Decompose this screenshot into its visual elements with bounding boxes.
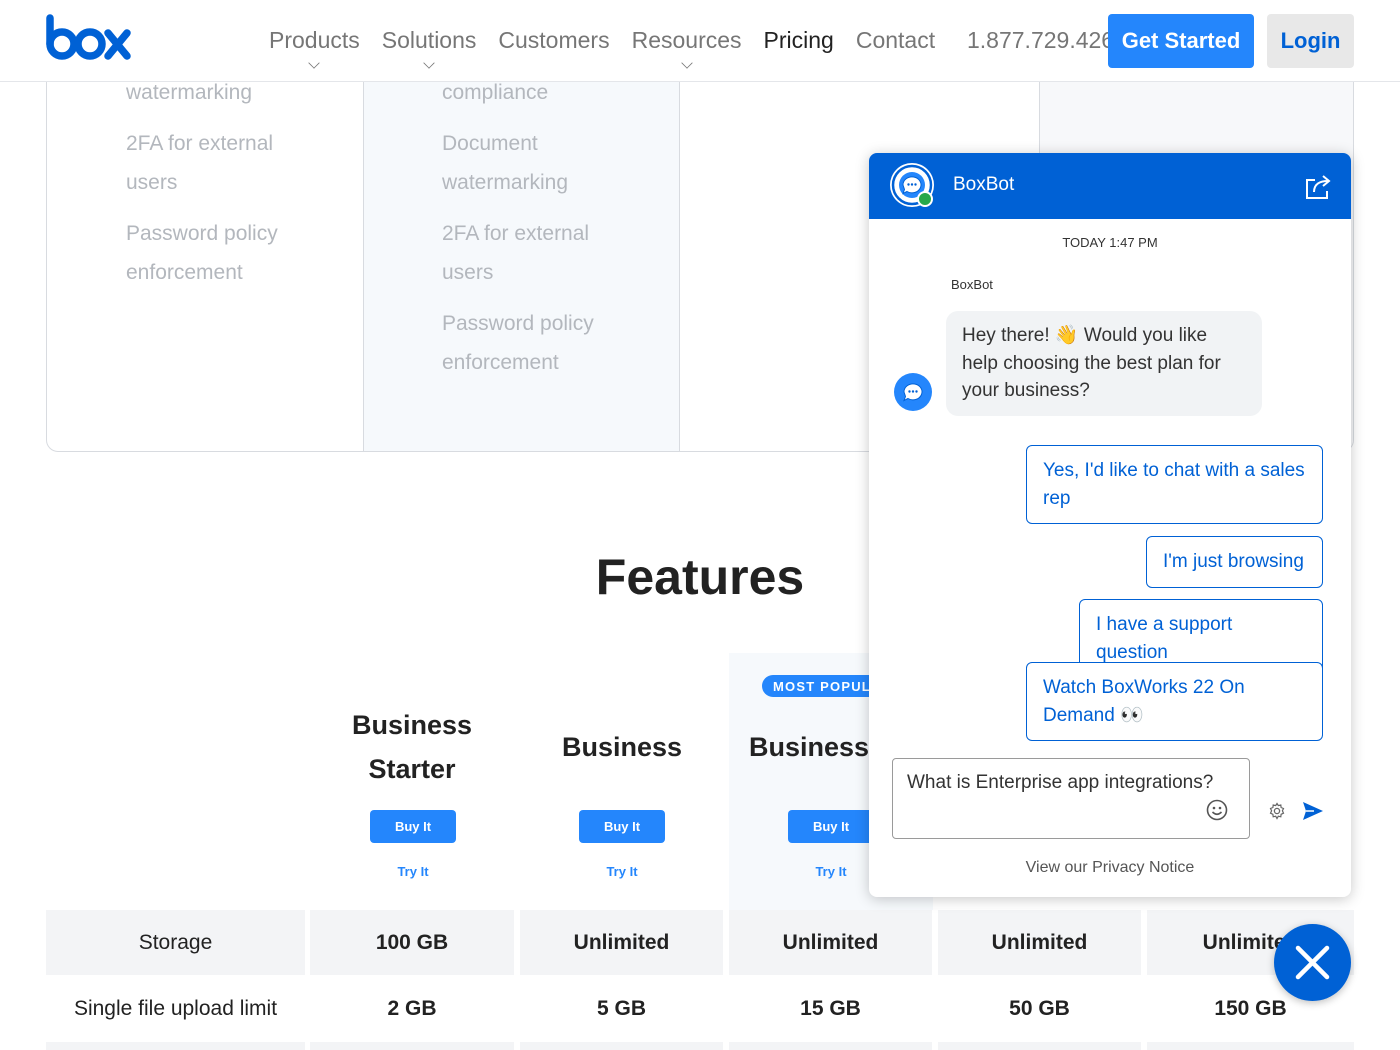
main-nav: Products Solutions Customers Resources P… — [258, 0, 946, 82]
nav-contact-label: Contact — [855, 27, 936, 53]
table-cell: 50 GB — [1009, 996, 1070, 1020]
send-icon[interactable] — [1302, 801, 1324, 821]
chevron-down-icon — [680, 57, 693, 69]
feature-item: Password policy enforcement — [442, 312, 594, 374]
table-row — [729, 1042, 932, 1050]
message-sender: BoxBot — [951, 277, 993, 292]
nav-pricing-label: Pricing — [763, 27, 834, 53]
table-cell: Unlimited — [729, 910, 932, 975]
box-logo[interactable] — [46, 14, 132, 64]
bot-message: Hey there! 👋 Would you like help choosin… — [946, 311, 1262, 416]
plan-name-line: Starter — [368, 754, 456, 784]
buy-it-button[interactable]: Buy It — [370, 810, 456, 843]
table-row — [46, 1042, 305, 1050]
chat-timestamp: TODAY 1:47 PM — [1062, 235, 1158, 250]
table-cell: 5 GB — [596, 996, 646, 1020]
column-divider — [363, 41, 364, 451]
nav-customers-label: Customers — [498, 27, 610, 53]
row-label-upload-limit: Single file upload limit — [73, 996, 278, 1020]
nav-products[interactable]: Products — [258, 0, 371, 69]
chat-message-input[interactable]: What is Enterprise app integrations? — [892, 758, 1250, 839]
chevron-down-icon — [423, 57, 435, 69]
quick-reply-sales[interactable]: Yes, I'd like to chat with a sales rep — [1026, 445, 1323, 524]
feature-item: 2FA for external users — [126, 132, 274, 194]
nav-solutions[interactable]: Solutions — [371, 0, 488, 69]
nav-resources-label: Resources — [631, 27, 742, 53]
column-divider — [679, 41, 680, 451]
nav-pricing[interactable]: Pricing — [753, 0, 845, 54]
try-it-link[interactable]: Try It — [788, 864, 874, 879]
plan-feature-list: watermarking 2FA for external users Pass… — [126, 73, 326, 304]
site-header: Products Solutions Customers Resources P… — [0, 0, 1400, 82]
close-icon — [1295, 945, 1330, 980]
nav-customers[interactable]: Customers — [487, 0, 620, 54]
feature-item: 2FA for external users — [442, 222, 590, 284]
get-started-button[interactable]: Get Started — [1108, 14, 1254, 68]
chat-title: BoxBot — [953, 174, 1015, 195]
try-it-link[interactable]: Try It — [370, 864, 456, 879]
plan-feature-list: compliance Document watermarking 2FA for… — [442, 73, 642, 394]
table-row — [938, 1042, 1141, 1050]
chat-bubble-icon — [894, 373, 932, 411]
share-icon[interactable] — [1303, 173, 1333, 201]
plan-name-line: Business — [351, 710, 473, 740]
phone-number[interactable]: 1.877.729.4269 — [967, 27, 1110, 54]
table-row — [1147, 1042, 1354, 1050]
buy-it-button[interactable]: Buy It — [788, 810, 874, 843]
feature-item: Password policy enforcement — [126, 222, 278, 284]
try-it-link[interactable]: Try It — [579, 864, 665, 879]
smile-icon[interactable] — [1206, 799, 1228, 821]
chat-widget: BoxBot TODAY 1:47 PM BoxBot Hey there! 👋… — [869, 153, 1351, 897]
row-label-storage: Storage — [46, 910, 305, 975]
table-row — [520, 1042, 723, 1050]
chevron-down-icon — [308, 57, 321, 69]
chat-header: BoxBot — [869, 153, 1351, 219]
quick-reply-browsing[interactable]: I'm just browsing — [1146, 536, 1323, 588]
feature-item: Document watermarking — [442, 132, 569, 194]
table-cell: Unlimited — [938, 910, 1141, 975]
plan-name-business: Business — [561, 732, 683, 762]
table-row — [310, 1042, 514, 1050]
login-button[interactable]: Login — [1267, 14, 1354, 68]
chat-close-button[interactable] — [1274, 924, 1351, 1001]
nav-products-label: Products — [269, 27, 360, 53]
plan-name-business-starter: Business Starter — [310, 703, 514, 791]
nav-contact[interactable]: Contact — [845, 0, 946, 54]
buy-it-button[interactable]: Buy It — [579, 810, 665, 843]
quick-reply-boxworks[interactable]: Watch BoxWorks 22 On Demand 👀 — [1026, 662, 1323, 741]
gear-icon[interactable] — [1268, 802, 1286, 820]
table-cell: 15 GB — [800, 996, 861, 1020]
table-cell: 100 GB — [310, 910, 514, 975]
nav-solutions-label: Solutions — [381, 27, 477, 53]
table-cell: Unlimited — [520, 910, 723, 975]
online-status-indicator — [917, 191, 933, 207]
privacy-notice-link[interactable]: View our Privacy Notice — [869, 859, 1351, 877]
table-cell: 2 GB — [387, 996, 437, 1020]
nav-resources[interactable]: Resources — [621, 0, 753, 69]
